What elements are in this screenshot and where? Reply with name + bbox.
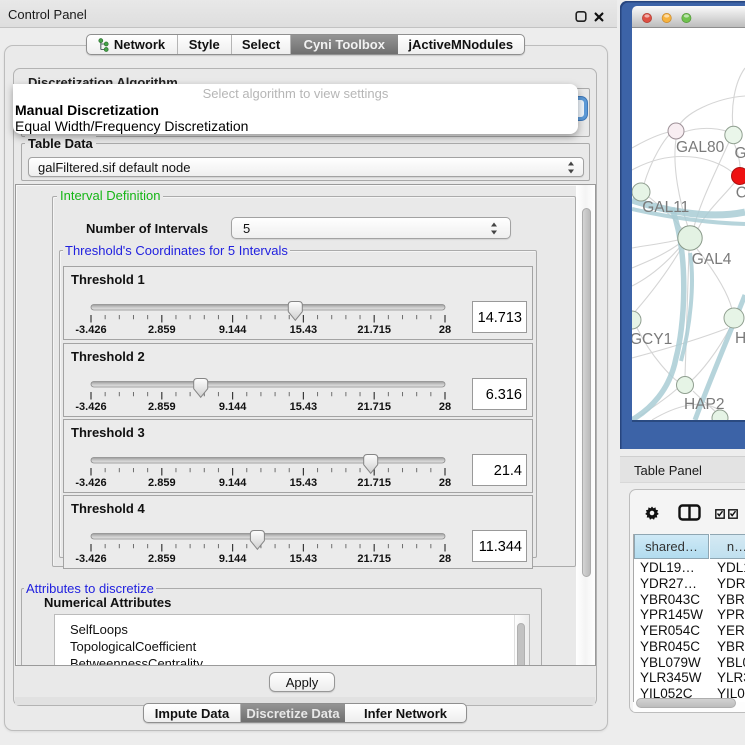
svg-text:9.144: 9.144 [219,477,247,489]
svg-text:9.144: 9.144 [219,324,247,336]
svg-text:2.859: 2.859 [148,401,176,413]
svg-text:15.43: 15.43 [290,553,318,565]
svg-text:GAL11: GAL11 [642,199,689,216]
svg-text:21.715: 21.715 [357,324,391,336]
svg-text:28: 28 [439,324,451,336]
svg-text:-3.426: -3.426 [75,324,106,336]
svg-text:2.859: 2.859 [148,477,176,489]
svg-text:21.715: 21.715 [357,401,391,413]
svg-text:9.144: 9.144 [219,553,247,565]
svg-text:9.144: 9.144 [219,401,247,413]
svg-text:28: 28 [439,553,451,565]
svg-text:GAL4: GAL4 [692,251,732,268]
svg-text:15.43: 15.43 [290,324,318,336]
svg-text:H: H [735,330,745,347]
svg-text:2.859: 2.859 [148,553,176,565]
svg-text:2.859: 2.859 [148,324,176,336]
svg-text:GA: GA [735,145,745,162]
svg-text:28: 28 [439,477,451,489]
svg-text:21.715: 21.715 [357,477,391,489]
svg-text:GAL80: GAL80 [676,139,725,156]
svg-text:-3.426: -3.426 [75,477,106,489]
svg-text:21.715: 21.715 [357,553,391,565]
svg-text:15.43: 15.43 [290,401,318,413]
svg-text:-3.426: -3.426 [75,401,106,413]
svg-text:HAP2: HAP2 [684,396,725,413]
svg-text:-3.426: -3.426 [75,553,106,565]
svg-text:C: C [736,185,745,202]
svg-text:28: 28 [439,401,451,413]
svg-text:15.43: 15.43 [290,477,318,489]
svg-text:GCY1: GCY1 [632,331,672,348]
